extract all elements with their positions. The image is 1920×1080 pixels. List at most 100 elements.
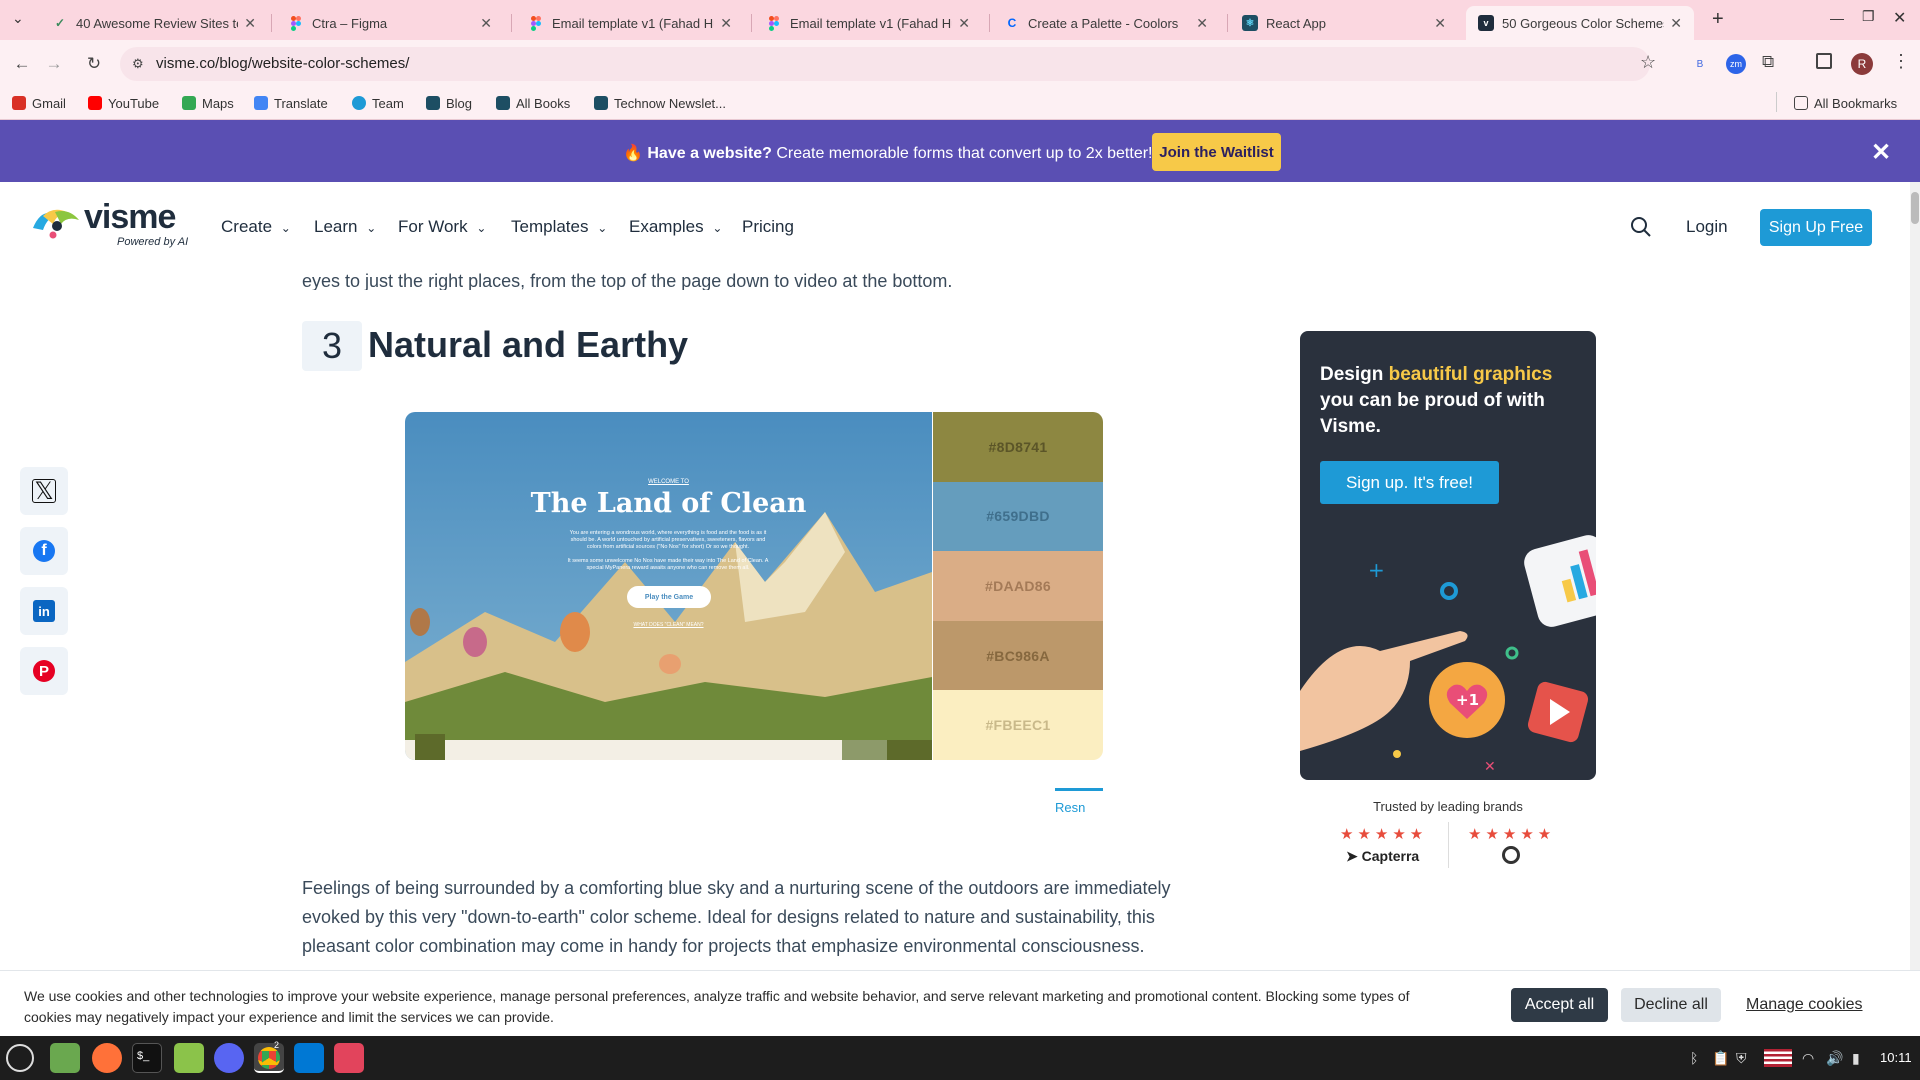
coolors-icon: C	[1007, 16, 1017, 30]
close-icon[interactable]: ✕	[1871, 138, 1891, 167]
back-icon[interactable]: ←	[8, 50, 36, 78]
gmail-icon	[12, 96, 26, 110]
nav-examples[interactable]: Examples ⌄	[629, 217, 722, 237]
figma-icon	[528, 15, 544, 31]
tab-search-icon[interactable]: ⌄	[12, 10, 24, 27]
extensions-puzzle-icon[interactable]: ⧉	[1762, 52, 1774, 72]
close-tab-icon[interactable]: ✕	[1434, 15, 1446, 32]
accept-all-button[interactable]: Accept all	[1511, 988, 1608, 1022]
close-window-icon[interactable]: ✕	[1893, 8, 1906, 28]
section-number: 3	[302, 321, 362, 371]
search-icon[interactable]	[1630, 216, 1652, 243]
example-screenshot: WELCOME TO The Land of Clean You are ent…	[405, 412, 932, 760]
color-palette: #8D8741 #659DBD #DAAD86 #BC986A #FBEEC1	[933, 412, 1103, 760]
discord-icon[interactable]	[214, 1043, 244, 1073]
close-tab-icon[interactable]: ✕	[1196, 15, 1208, 32]
nav-learn[interactable]: Learn ⌄	[314, 217, 376, 237]
reload-icon[interactable]: ↻	[80, 50, 108, 78]
extension-b-icon[interactable]: B	[1692, 56, 1708, 72]
swatch-hex-label: #8D8741	[988, 438, 1048, 455]
shield-icon[interactable]: ⛨	[1736, 1050, 1747, 1067]
close-tab-icon[interactable]: ✕	[244, 15, 256, 32]
bookmark-gmail[interactable]: Gmail	[12, 92, 66, 114]
bookmark-team[interactable]: Team	[352, 92, 404, 114]
share-x-button[interactable]: 𝕏	[20, 467, 68, 515]
restore-icon[interactable]: ❐	[1862, 8, 1875, 25]
menu-kebab-icon[interactable]: ⋮	[1892, 51, 1910, 72]
extension-zm-icon[interactable]: zm	[1726, 54, 1746, 74]
share-pinterest-button[interactable]: P	[20, 647, 68, 695]
browser-tab[interactable]: Email template v1 (Fahad Hu ✕	[516, 6, 744, 40]
ad-signup-button[interactable]: Sign up. It's free!	[1320, 461, 1499, 504]
share-facebook-button[interactable]: f	[20, 527, 68, 575]
volume-icon[interactable]: 🔊	[1826, 1050, 1843, 1067]
new-tab-icon[interactable]: +	[1712, 8, 1724, 31]
folder-icon[interactable]	[174, 1043, 204, 1073]
figma-icon	[766, 15, 782, 31]
side-panel-icon[interactable]	[1816, 53, 1832, 69]
file-manager-icon[interactable]	[50, 1043, 80, 1073]
bookmark-youtube[interactable]: YouTube	[88, 92, 159, 114]
share-linkedin-button[interactable]: in	[20, 587, 68, 635]
bookmark-maps[interactable]: Maps	[182, 92, 234, 114]
sign-up-free-button[interactable]: Sign Up Free	[1760, 209, 1872, 246]
scrollbar-thumb[interactable]	[1911, 192, 1919, 224]
visme-icon: v	[1478, 15, 1494, 31]
start-menu-icon[interactable]	[6, 1044, 34, 1072]
url-text[interactable]: visme.co/blog/website-color-schemes/	[156, 55, 409, 72]
us-flag-icon[interactable]	[1764, 1049, 1792, 1067]
bluetooth-icon[interactable]: ᛒ	[1690, 1050, 1698, 1066]
svg-text:+1: +1	[1456, 691, 1479, 709]
nav-templates[interactable]: Templates ⌄	[511, 217, 607, 237]
palette-swatch: #FBEEC1	[933, 690, 1103, 760]
browser-tab-active[interactable]: v 50 Gorgeous Color Schemes ✕	[1466, 6, 1694, 40]
visme-logo-mark[interactable]	[31, 206, 83, 245]
bookmark-all-books[interactable]: All Books	[496, 92, 570, 114]
browser-tab[interactable]: ⚛ React App ✕	[1230, 6, 1458, 40]
login-link[interactable]: Login	[1686, 217, 1728, 237]
page-scrollbar[interactable]	[1910, 182, 1920, 1036]
browser-tab[interactable]: ✓ 40 Awesome Review Sites to ✕	[40, 6, 268, 40]
tab-title: Ctra – Figma	[312, 15, 388, 31]
svg-text:✕: ✕	[1484, 759, 1496, 775]
g2-rating-stars: ★★★★★	[1468, 826, 1556, 843]
image-credit-link[interactable]: Resn	[1055, 800, 1085, 815]
all-bookmarks[interactable]: All Bookmarks	[1794, 92, 1897, 114]
clipboard-icon[interactable]: 📋	[1712, 1050, 1729, 1067]
bookmark-star-icon[interactable]: ☆	[1640, 52, 1656, 73]
terminal-icon[interactable]: $_	[132, 1043, 162, 1073]
close-tab-icon[interactable]: ✕	[1670, 15, 1682, 32]
minimize-icon[interactable]: —	[1830, 10, 1844, 26]
manage-cookies-link[interactable]: Manage cookies	[1746, 996, 1863, 1014]
close-tab-icon[interactable]: ✕	[720, 15, 732, 32]
wifi-icon[interactable]: ◠	[1802, 1050, 1814, 1067]
forward-icon[interactable]: →	[40, 50, 68, 78]
profile-avatar[interactable]: R	[1851, 53, 1873, 75]
bookmark-blog[interactable]: Blog	[426, 92, 472, 114]
site-info-icon[interactable]: ⚙	[132, 56, 144, 72]
battery-icon[interactable]: ▮	[1852, 1050, 1860, 1067]
os-taskbar	[0, 1036, 1920, 1080]
tab-title: 50 Gorgeous Color Schemes	[1502, 15, 1665, 31]
browser-tab[interactable]: Ctra – Figma ✕	[276, 6, 504, 40]
chevron-down-icon: ⌄	[476, 221, 487, 235]
nav-create[interactable]: Create ⌄	[221, 217, 291, 237]
vscode-icon[interactable]	[294, 1043, 324, 1073]
image-viewer-icon[interactable]	[334, 1043, 364, 1073]
decline-all-button[interactable]: Decline all	[1621, 988, 1721, 1022]
browser-tab[interactable]: C Create a Palette - Coolors ✕	[992, 6, 1220, 40]
hero-body: It seems some unwelcome No Nos have made…	[567, 558, 769, 571]
bookmark-technow[interactable]: Technow Newslet...	[594, 92, 726, 114]
chrome-icon[interactable]	[254, 1043, 284, 1073]
close-tab-icon[interactable]: ✕	[480, 15, 492, 32]
capterra-logo: ➤ Capterra	[1346, 848, 1420, 864]
nav-for-work[interactable]: For Work ⌄	[398, 217, 486, 237]
join-waitlist-button[interactable]: Join the Waitlist	[1152, 133, 1281, 171]
review-site-icon: ✓	[54, 16, 66, 30]
firefox-icon[interactable]	[92, 1043, 122, 1073]
browser-tab[interactable]: Email template v1 (Fahad Hu ✕	[754, 6, 982, 40]
bookmark-translate[interactable]: Translate	[254, 92, 328, 114]
logo-text[interactable]: visme	[84, 198, 176, 237]
close-tab-icon[interactable]: ✕	[958, 15, 970, 32]
nav-pricing[interactable]: Pricing	[742, 217, 794, 237]
